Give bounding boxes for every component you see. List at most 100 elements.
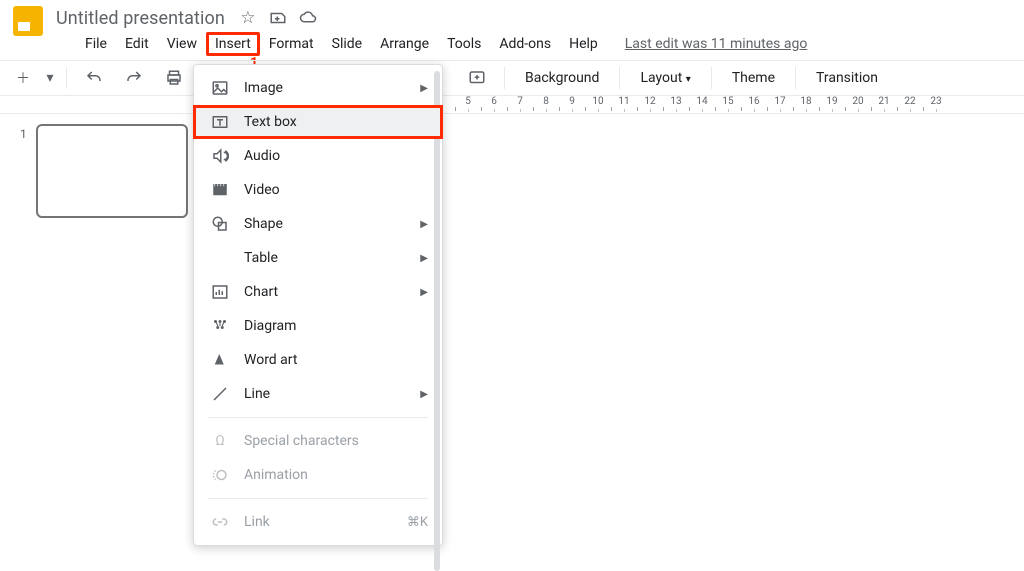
menu-label: Text box: [244, 114, 297, 130]
ruler-tick: 9: [559, 96, 585, 107]
submenu-arrow-icon: ▶: [420, 389, 428, 400]
menu-label: Link: [244, 514, 270, 530]
audio-icon: [210, 147, 230, 165]
menu-bar: File Edit View Insert Format Slide Arran…: [0, 30, 1024, 60]
word-art-icon: [210, 351, 230, 369]
video-icon: [210, 181, 230, 199]
menu-view[interactable]: View: [158, 32, 206, 56]
menu-addons[interactable]: Add-ons: [490, 32, 560, 56]
insert-chart[interactable]: Chart ▶: [194, 275, 442, 309]
menu-edit[interactable]: Edit: [116, 32, 158, 56]
slides-logo[interactable]: [8, 1, 48, 41]
insert-text-box[interactable]: Text box: [193, 105, 443, 139]
insert-video[interactable]: Video: [194, 173, 442, 207]
ruler-tick: 7: [507, 96, 533, 107]
insert-audio[interactable]: Audio: [194, 139, 442, 173]
slide-number: 1: [20, 124, 30, 218]
ruler-tick: 21: [871, 96, 897, 107]
ruler-tick: 13: [663, 96, 689, 107]
menu-label: Audio: [244, 148, 280, 164]
star-icon[interactable]: ☆: [239, 9, 257, 27]
redo-button[interactable]: [117, 64, 151, 92]
insert-special-characters: Ω Special characters: [194, 424, 442, 458]
ruler: 567891011121314151617181920212223: [0, 96, 1024, 114]
cloud-icon[interactable]: [299, 9, 317, 27]
menu-divider: [208, 498, 428, 499]
ruler-tick: 15: [715, 96, 741, 107]
insert-table[interactable]: Table ▶: [194, 241, 442, 275]
insert-animation: Animation: [194, 458, 442, 492]
toolbar: ＋ ▾ Background Layout ▾ Theme Transition: [0, 60, 1024, 96]
ruler-tick: 14: [689, 96, 715, 107]
menu-divider: [208, 417, 428, 418]
menu-file[interactable]: File: [76, 32, 116, 56]
slides-logo-icon: [13, 6, 43, 36]
ruler-tick: 20: [845, 96, 871, 107]
ruler-tick: 10: [585, 96, 611, 107]
ruler-tick: 19: [819, 96, 845, 107]
menu-label: Diagram: [244, 318, 296, 334]
insert-link: Link ⌘K: [194, 505, 442, 539]
ruler-tick: 5: [455, 96, 481, 107]
submenu-arrow-icon: ▶: [420, 287, 428, 298]
ruler-tick: 23: [923, 96, 949, 107]
ruler-tick: 22: [897, 96, 923, 107]
link-icon: [210, 513, 230, 531]
ruler-tick: 6: [481, 96, 507, 107]
line-icon: [210, 385, 230, 403]
text-box-icon: [210, 113, 230, 131]
background-button[interactable]: Background: [515, 66, 609, 90]
menu-tools[interactable]: Tools: [438, 32, 490, 56]
chart-icon: [210, 283, 230, 301]
menu-label: Shape: [244, 216, 283, 232]
last-edit-link[interactable]: Last edit was 11 minutes ago: [625, 36, 808, 52]
menu-label: Image: [244, 80, 283, 96]
menu-insert[interactable]: Insert: [206, 32, 260, 56]
ruler-tick: 8: [533, 96, 559, 107]
move-icon[interactable]: [269, 9, 287, 27]
ruler-tick: 11: [611, 96, 637, 107]
slide-panel: 1: [0, 114, 200, 562]
menu-format[interactable]: Format: [260, 32, 323, 56]
submenu-arrow-icon: ▶: [420, 253, 428, 264]
image-icon: [210, 79, 230, 97]
transition-button[interactable]: Transition: [806, 66, 888, 90]
slide-thumbnail-1[interactable]: [36, 124, 188, 218]
submenu-arrow-icon: ▶: [420, 219, 428, 230]
menu-label: Video: [244, 182, 280, 198]
menu-help[interactable]: Help: [560, 32, 607, 56]
submenu-arrow-icon: ▶: [420, 83, 428, 94]
insert-word-art[interactable]: Word art: [194, 343, 442, 377]
layout-button[interactable]: Layout ▾: [630, 66, 700, 90]
diagram-icon: [210, 317, 230, 335]
menu-label: Animation: [244, 467, 308, 483]
menu-label: Chart: [244, 284, 278, 300]
new-slide-dropdown[interactable]: ▾: [44, 64, 56, 92]
menu-label: Table: [244, 250, 278, 266]
undo-button[interactable]: [77, 64, 111, 92]
menu-label: Line: [244, 386, 270, 402]
print-button[interactable]: [157, 64, 191, 92]
doc-title[interactable]: Untitled presentation: [56, 8, 225, 29]
ruler-tick: 17: [767, 96, 793, 107]
insert-menu-dropdown: Image ▶ Text box Audio Video Shape ▶ Tab…: [193, 64, 443, 546]
shape-icon: [210, 215, 230, 233]
chevron-down-icon: ▾: [686, 74, 691, 85]
new-slide-button[interactable]: ＋: [8, 64, 38, 92]
theme-button[interactable]: Theme: [722, 66, 785, 90]
omega-icon: Ω: [210, 433, 230, 449]
ruler-tick: 16: [741, 96, 767, 107]
menu-label: Special characters: [244, 433, 359, 449]
keyboard-shortcut: ⌘K: [407, 515, 428, 530]
insert-shape[interactable]: Shape ▶: [194, 207, 442, 241]
ruler-tick: 12: [637, 96, 663, 107]
ruler-tick: 18: [793, 96, 819, 107]
menu-slide[interactable]: Slide: [323, 32, 371, 56]
insert-image[interactable]: Image ▶: [194, 71, 442, 105]
menu-arrange[interactable]: Arrange: [371, 32, 438, 56]
animation-icon: [210, 466, 230, 484]
insert-diagram[interactable]: Diagram: [194, 309, 442, 343]
add-comment-button[interactable]: [460, 64, 494, 92]
insert-line[interactable]: Line ▶: [194, 377, 442, 411]
menu-label: Word art: [244, 352, 297, 368]
